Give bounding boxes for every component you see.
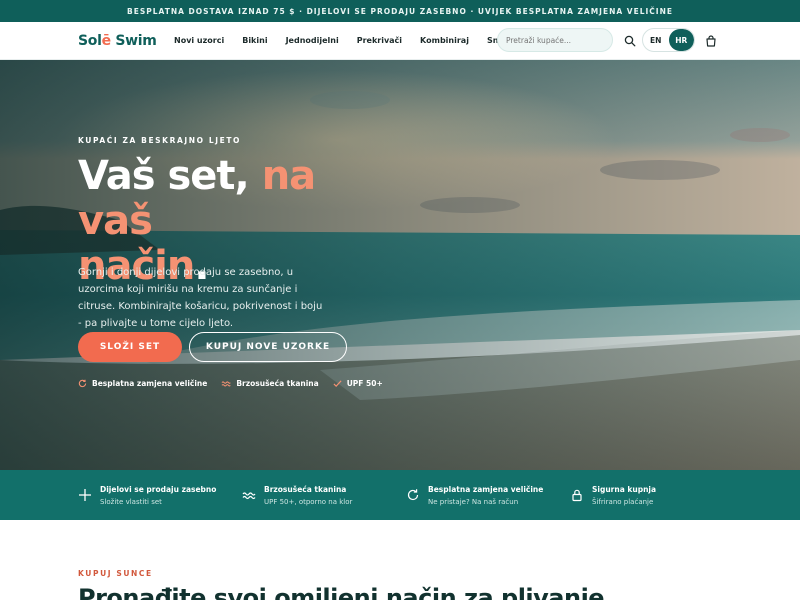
feature-strip: Dijelovi se prodaju zasebno Složite vlast… <box>0 470 800 520</box>
logo-text: Sol <box>78 32 102 49</box>
logo[interactable]: Solē Swim <box>78 33 174 49</box>
nav-item-jednodijelni[interactable]: Jednodijelni <box>286 36 339 45</box>
search-icon[interactable] <box>624 35 636 47</box>
perk-item: Besplatna zamjena veličine <box>78 379 207 388</box>
nav-item-prekrivaci[interactable]: Prekrivači <box>357 36 402 45</box>
feature-subtitle: Složite vlastiti set <box>100 497 162 506</box>
plus-icon <box>79 489 91 501</box>
search-input[interactable] <box>497 28 613 52</box>
refresh-icon <box>407 489 419 501</box>
feature-subtitle: Ne pristaje? Na naš račun <box>428 497 519 506</box>
lock-icon <box>572 489 582 502</box>
feature-title: Sigurna kupnja <box>592 484 657 494</box>
build-set-button[interactable]: SLOŽI SET <box>78 332 182 362</box>
language-switcher: EN HR <box>642 28 695 52</box>
feature-item: Sigurna kupnja Šifrirano plaćanje <box>570 470 734 520</box>
hero-eyebrow: KUPAĆI ZA BESKRAJNO LJETO <box>78 136 242 145</box>
perk-item: Brzosušeća tkanina <box>221 379 319 388</box>
nav-item-bikini[interactable]: Bikini <box>242 36 267 45</box>
perk-item: UPF 50+ <box>333 379 383 388</box>
lang-en-button[interactable]: EN <box>643 29 669 51</box>
wave-icon <box>221 381 232 387</box>
refresh-icon <box>78 379 87 388</box>
wave-icon <box>242 492 256 500</box>
feature-subtitle: UPF 50+, otporno na klor <box>264 497 353 506</box>
feature-item: Besplatna zamjena veličine Ne pristaje? N… <box>406 470 570 520</box>
perk-label: Besplatna zamjena veličine <box>92 379 208 388</box>
feature-title: Besplatna zamjena veličine <box>428 484 544 494</box>
nav-item-novi-uzorci[interactable]: Novi uzorci <box>174 36 224 45</box>
feature-title: Brzosušeća tkanina <box>264 484 347 494</box>
feature-title: Dijelovi se prodaju zasebno <box>100 484 217 494</box>
check-icon <box>333 380 342 388</box>
feature-item: Brzosušeća tkanina UPF 50+, otporno na kl… <box>242 470 406 520</box>
lang-hr-button[interactable]: HR <box>668 29 694 51</box>
main-nav: Novi uzorci Bikini Jednodijelni Prekriva… <box>174 36 543 45</box>
hero-title-part: Vaš set, <box>78 153 262 199</box>
section-title: Pronađite svoj omiljeni način za plivanj… <box>78 584 605 600</box>
nav-item-kombiniraj[interactable]: Kombiniraj <box>420 36 469 45</box>
logo-text-rest: Swim <box>110 32 157 49</box>
feature-subtitle: Šifrirano plaćanje <box>592 497 654 506</box>
announcement-bar: BESPLATNA DOSTAVA IZNAD 75 $ · DIJELOVI … <box>0 0 800 22</box>
announcement-text: BESPLATNA DOSTAVA IZNAD 75 $ · DIJELOVI … <box>127 6 673 16</box>
hero-description: Gornji i donji dijelovi prodaju se zaseb… <box>78 267 323 329</box>
logo-accent: ē <box>101 32 112 49</box>
perk-label: Brzosušeća tkanina <box>236 379 319 388</box>
hero-perks: Besplatna zamjena veličine Brzosušeća tk… <box>78 379 397 388</box>
perk-label: UPF 50+ <box>346 379 383 388</box>
site-header: Solē Swim Novi uzorci Bikini Jednodijeln… <box>0 22 800 60</box>
shop-new-patterns-button[interactable]: KUPUJ NOVE UZORKE <box>189 332 347 362</box>
shopping-bag-icon[interactable] <box>705 35 717 47</box>
hero-section: KUPAĆI ZA BESKRAJNO LJETO Vaš set, na va… <box>0 60 800 470</box>
section-eyebrow: KUPUJ SUNCE <box>78 569 153 578</box>
feature-item: Dijelovi se prodaju zasebno Složite vlast… <box>78 470 242 520</box>
